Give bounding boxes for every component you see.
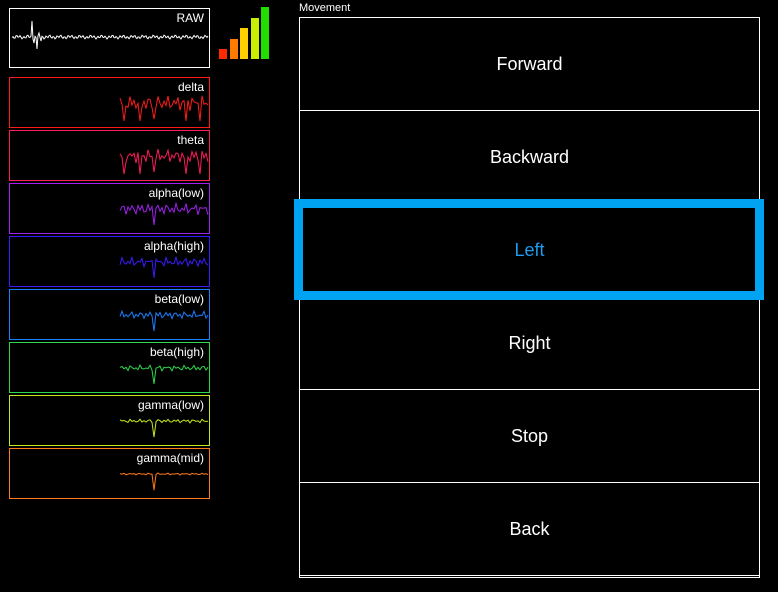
band-panel-alpha-high: alpha(high) [9,236,210,287]
band-trace [119,148,209,175]
band-trace [119,255,209,279]
movement-button-stop[interactable]: Stop [300,390,759,483]
band-label: gamma(mid) [136,451,204,465]
band-trace [119,201,209,226]
band-panel-gamma-mid: gamma(mid) [9,448,210,499]
band-panel-delta: delta [9,77,210,128]
band-panel-beta-high: beta(high) [9,342,210,393]
band-trace [119,418,209,438]
movement-button-forward[interactable]: Forward [300,18,759,111]
band-panel-alpha-low: alpha(low) [9,183,210,234]
movement-title: Movement [299,2,351,14]
band-label: beta(high) [149,345,204,359]
raw-signal-panel: RAW [9,8,210,68]
band-trace [119,472,209,491]
band-label: delta [177,80,204,94]
signal-quality-bar [240,28,248,59]
movement-button-backward[interactable]: Backward [300,111,759,204]
movement-button-back[interactable]: Back [300,483,759,576]
band-label: gamma(low) [137,398,204,412]
raw-label: RAW [176,11,204,25]
band-panel-beta-low: beta(low) [9,289,210,340]
band-trace [119,309,209,332]
band-panel-theta: theta [9,130,210,181]
band-label: beta(low) [154,292,204,306]
raw-trace [11,20,209,50]
band-panel-gamma-low: gamma(low) [9,395,210,446]
selection-highlight [294,199,764,300]
signal-quality-bar [219,49,227,59]
signal-quality-bar [261,7,269,59]
band-trace [119,95,209,122]
band-label: alpha(low) [148,186,204,200]
signal-quality-indicator [219,6,271,59]
signal-quality-bar [229,38,238,59]
band-label: alpha(high) [143,239,204,253]
signal-quality-bar [250,17,259,59]
band-trace [119,363,209,385]
band-label: theta [177,133,204,147]
movement-button-right[interactable]: Right [300,297,759,390]
